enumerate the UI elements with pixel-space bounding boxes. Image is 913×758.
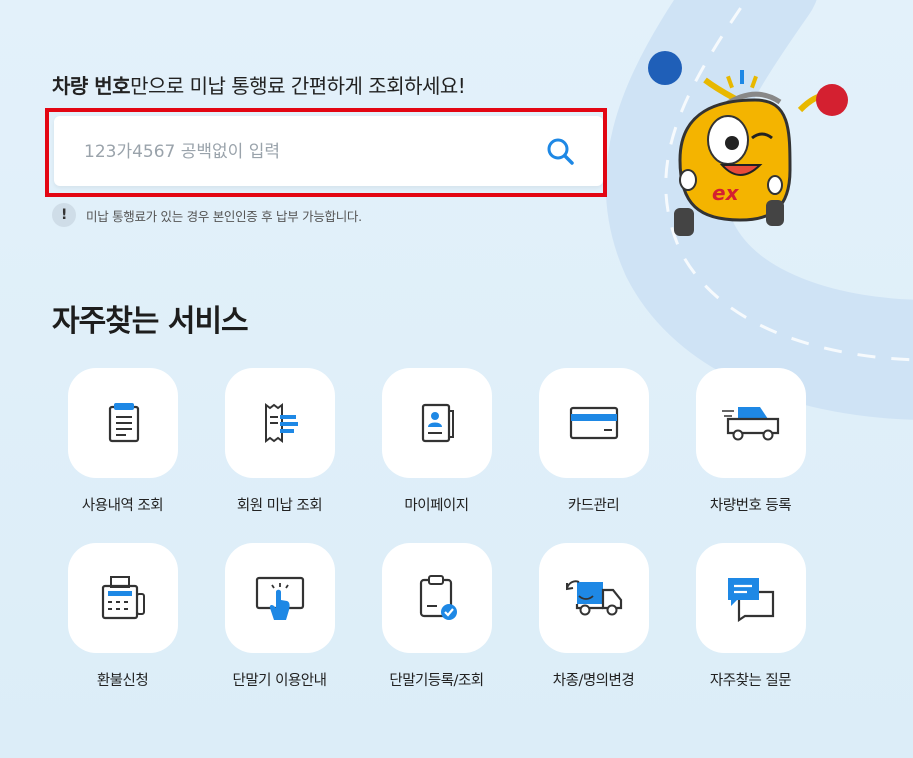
service-vehicle-change[interactable]: 차종/명의변경 (515, 543, 672, 690)
service-tile (224, 543, 335, 653)
truck-change-icon (565, 580, 622, 616)
service-faq[interactable]: 자주찾는 질문 (672, 543, 829, 690)
profile-folder-icon (421, 403, 454, 443)
section-title: 자주찾는 서비스 (52, 304, 249, 339)
service-refund-request[interactable]: 환불신청 (44, 543, 201, 690)
service-label: 자주찾는 질문 (709, 673, 792, 689)
document-list-icon (108, 403, 139, 443)
services-grid: 사용내역 조회 회원 미납 조회 마이페이지 카드관리 차량번호 등록 환불신청… (44, 368, 834, 690)
mascot-logo-text: ex (712, 181, 740, 205)
service-tile (538, 543, 649, 653)
service-register-plate[interactable]: 차량번호 등록 (672, 368, 829, 515)
service-label: 사용내역 조회 (81, 498, 164, 514)
headline-bold: 차량 번호 (52, 74, 131, 98)
payment-notice: ! 미납 통행료가 있는 경우 본인인증 후 납부 가능합니다. (52, 203, 362, 227)
service-tile (381, 368, 492, 478)
fax-machine-icon (101, 576, 145, 620)
service-mypage[interactable]: 마이페이지 (358, 368, 515, 515)
service-tile (381, 543, 492, 653)
touch-screen-icon (255, 576, 304, 620)
clipboard-check-icon (419, 575, 457, 620)
service-tile (538, 368, 649, 478)
chat-bubbles-icon (727, 578, 774, 622)
search-button[interactable] (542, 133, 578, 169)
service-label: 단말기등록/조회 (389, 673, 484, 689)
search-headline: 차량 번호만으로 미납 통행료 간편하게 조회하세요! (52, 70, 466, 99)
service-tile (67, 543, 178, 653)
service-terminal-guide[interactable]: 단말기 이용안내 (201, 543, 358, 690)
receipt-icon (264, 403, 298, 443)
service-label: 단말기 이용안내 (232, 673, 328, 689)
service-tile (695, 543, 806, 653)
service-member-unpaid[interactable]: 회원 미납 조회 (201, 368, 358, 515)
service-label: 카드관리 (567, 498, 620, 514)
service-label: 회원 미납 조회 (236, 498, 323, 514)
notice-text: 미납 통행료가 있는 경우 본인인증 후 납부 가능합니다. (86, 208, 362, 224)
exclamation-icon: ! (52, 203, 76, 227)
search-icon (547, 138, 574, 165)
plate-number-input[interactable] (82, 134, 526, 170)
service-tile (224, 368, 335, 478)
service-label: 차량번호 등록 (709, 498, 792, 514)
card-icon (569, 406, 618, 440)
service-card-management[interactable]: 카드관리 (515, 368, 672, 515)
mascot-car-illustration: ex (648, 51, 848, 236)
service-terminal-register[interactable]: 단말기등록/조회 (358, 543, 515, 690)
search-box (54, 116, 603, 186)
car-icon (721, 407, 779, 441)
service-tile (695, 368, 806, 478)
service-label: 마이페이지 (404, 498, 469, 514)
service-usage-history[interactable]: 사용내역 조회 (44, 368, 201, 515)
service-label: 환불신청 (96, 673, 149, 689)
service-tile (67, 368, 178, 478)
headline-rest: 만으로 미납 통행료 간편하게 조회하세요! (130, 74, 466, 98)
service-label: 차종/명의변경 (552, 673, 635, 689)
